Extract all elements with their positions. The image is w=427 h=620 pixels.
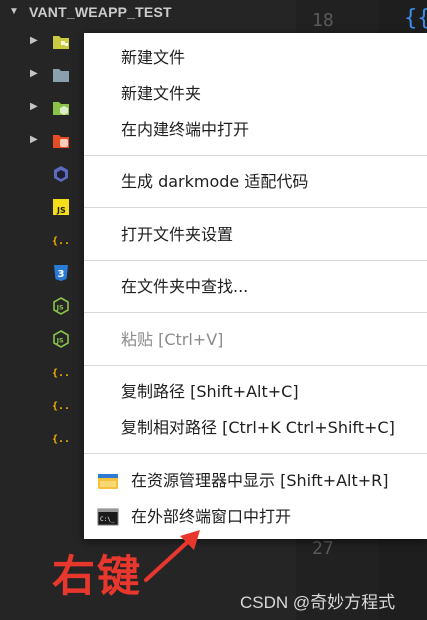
chevron-down-icon: ▼ xyxy=(9,6,19,17)
css-file-icon: 3 xyxy=(54,265,68,281)
menu-item-new-folder[interactable]: 新建文件夹 xyxy=(84,78,427,110)
tree-item[interactable]: JS xyxy=(0,293,90,319)
menu-item-label: 在文件夹中查找... xyxy=(121,277,249,296)
file-explorer-icon xyxy=(98,474,118,489)
svg-text:JS: JS xyxy=(56,206,66,215)
menu-item-label: 在资源管理器中显示 [Shift+Alt+R] xyxy=(131,471,389,490)
js-file-icon: JS xyxy=(53,199,69,215)
chevron-right-icon: ▶ xyxy=(30,134,38,145)
json-file-icon: {..} xyxy=(52,434,70,445)
menu-item-find-in-folder[interactable]: 在文件夹中查找... xyxy=(84,271,427,303)
menu-item-label: 打开文件夹设置 xyxy=(121,225,234,244)
folder-icon xyxy=(53,36,69,49)
line-number: 18 xyxy=(312,10,334,31)
html-folder-icon xyxy=(53,135,69,148)
menu-item-copy-relative-path[interactable]: 复制相对路径 [Ctrl+K Ctrl+Shift+C] xyxy=(84,412,427,444)
line-number: 27 xyxy=(312,538,334,559)
annotation-arrow-icon xyxy=(144,530,200,582)
menu-item-open-in-external-terminal[interactable]: C:\_ 在外部终端窗口中打开 xyxy=(84,501,427,533)
hexagon-icon xyxy=(54,166,68,182)
menu-item-open-folder-settings[interactable]: 打开文件夹设置 xyxy=(84,219,427,251)
node-js-icon: JS xyxy=(53,330,69,348)
tree-item[interactable] xyxy=(0,161,90,187)
menu-item-label: 新建文件夹 xyxy=(121,84,202,103)
node-js-icon: JS xyxy=(53,297,69,315)
tree-item[interactable]: ▶ xyxy=(0,128,90,154)
menu-separator xyxy=(84,207,427,208)
menu-item-copy-path[interactable]: 复制路径 [Shift+Alt+C] xyxy=(84,376,427,408)
svg-text:3: 3 xyxy=(58,269,65,280)
tree-item[interactable]: {..} xyxy=(0,425,90,451)
menu-item-reveal-in-explorer[interactable]: 在资源管理器中显示 [Shift+Alt+R] xyxy=(84,465,427,497)
tree-item[interactable]: JS xyxy=(0,326,90,352)
menu-item-label: 新建文件 xyxy=(121,48,186,67)
menu-separator xyxy=(84,260,427,261)
tree-item[interactable]: ▶ xyxy=(0,62,90,88)
tree-item[interactable]: 3 xyxy=(0,260,90,286)
svg-text:{..}: {..} xyxy=(52,368,70,379)
menu-separator xyxy=(84,312,427,313)
explorer-root-header[interactable]: ▼ VANT_WEAPP_TEST xyxy=(0,0,296,24)
code-braces: {{ xyxy=(404,6,427,31)
svg-text:JS: JS xyxy=(56,304,64,312)
svg-text:{..}: {..} xyxy=(52,434,70,445)
chevron-right-icon: ▶ xyxy=(30,101,38,112)
json-file-icon: {..} xyxy=(52,236,70,247)
menu-item-open-in-terminal[interactable]: 在内建终端中打开 xyxy=(84,114,427,146)
menu-item-label: 生成 darkmode 适配代码 xyxy=(121,172,309,191)
folder-icon xyxy=(53,69,69,82)
svg-text:{..}: {..} xyxy=(52,236,70,247)
svg-text:C:\_: C:\_ xyxy=(100,516,115,523)
tree-item[interactable]: JS xyxy=(0,194,90,220)
tree-item[interactable]: ▶ xyxy=(0,95,90,121)
menu-item-generate-darkmode[interactable]: 生成 darkmode 适配代码 xyxy=(84,166,427,198)
explorer-root-title: VANT_WEAPP_TEST xyxy=(29,4,172,20)
menu-separator xyxy=(84,453,427,454)
terminal-icon: C:\_ xyxy=(97,508,119,526)
csdn-watermark: CSDN @奇妙方程式 xyxy=(240,593,396,612)
tree-item[interactable]: {..} xyxy=(0,392,90,418)
menu-item-new-file[interactable]: 新建文件 xyxy=(84,42,427,74)
svg-text:JS: JS xyxy=(56,337,64,345)
tree-item[interactable]: {..} xyxy=(0,359,90,385)
json-file-icon: {..} xyxy=(52,401,70,412)
menu-separator xyxy=(84,155,427,156)
chevron-right-icon: ▶ xyxy=(30,68,38,79)
json-file-icon: {..} xyxy=(52,368,70,379)
menu-separator xyxy=(84,365,427,366)
menu-item-label: 复制相对路径 [Ctrl+K Ctrl+Shift+C] xyxy=(121,418,395,437)
tree-item[interactable]: ▶ xyxy=(0,29,90,55)
annotation-label: 右键 xyxy=(52,552,142,602)
menu-item-label: 复制路径 [Shift+Alt+C] xyxy=(121,382,299,401)
menu-item-label: 粘贴 [Ctrl+V] xyxy=(121,330,224,349)
context-menu: 新建文件 新建文件夹 在内建终端中打开 生成 darkmode 适配代码 打开文… xyxy=(84,33,427,539)
chevron-right-icon: ▶ xyxy=(30,35,38,46)
tree-item[interactable]: {..} xyxy=(0,227,90,253)
node-folder-icon xyxy=(53,102,69,115)
svg-text:{..}: {..} xyxy=(52,401,70,412)
menu-item-label: 在内建终端中打开 xyxy=(121,120,250,139)
menu-item-paste: 粘贴 [Ctrl+V] xyxy=(84,324,427,356)
